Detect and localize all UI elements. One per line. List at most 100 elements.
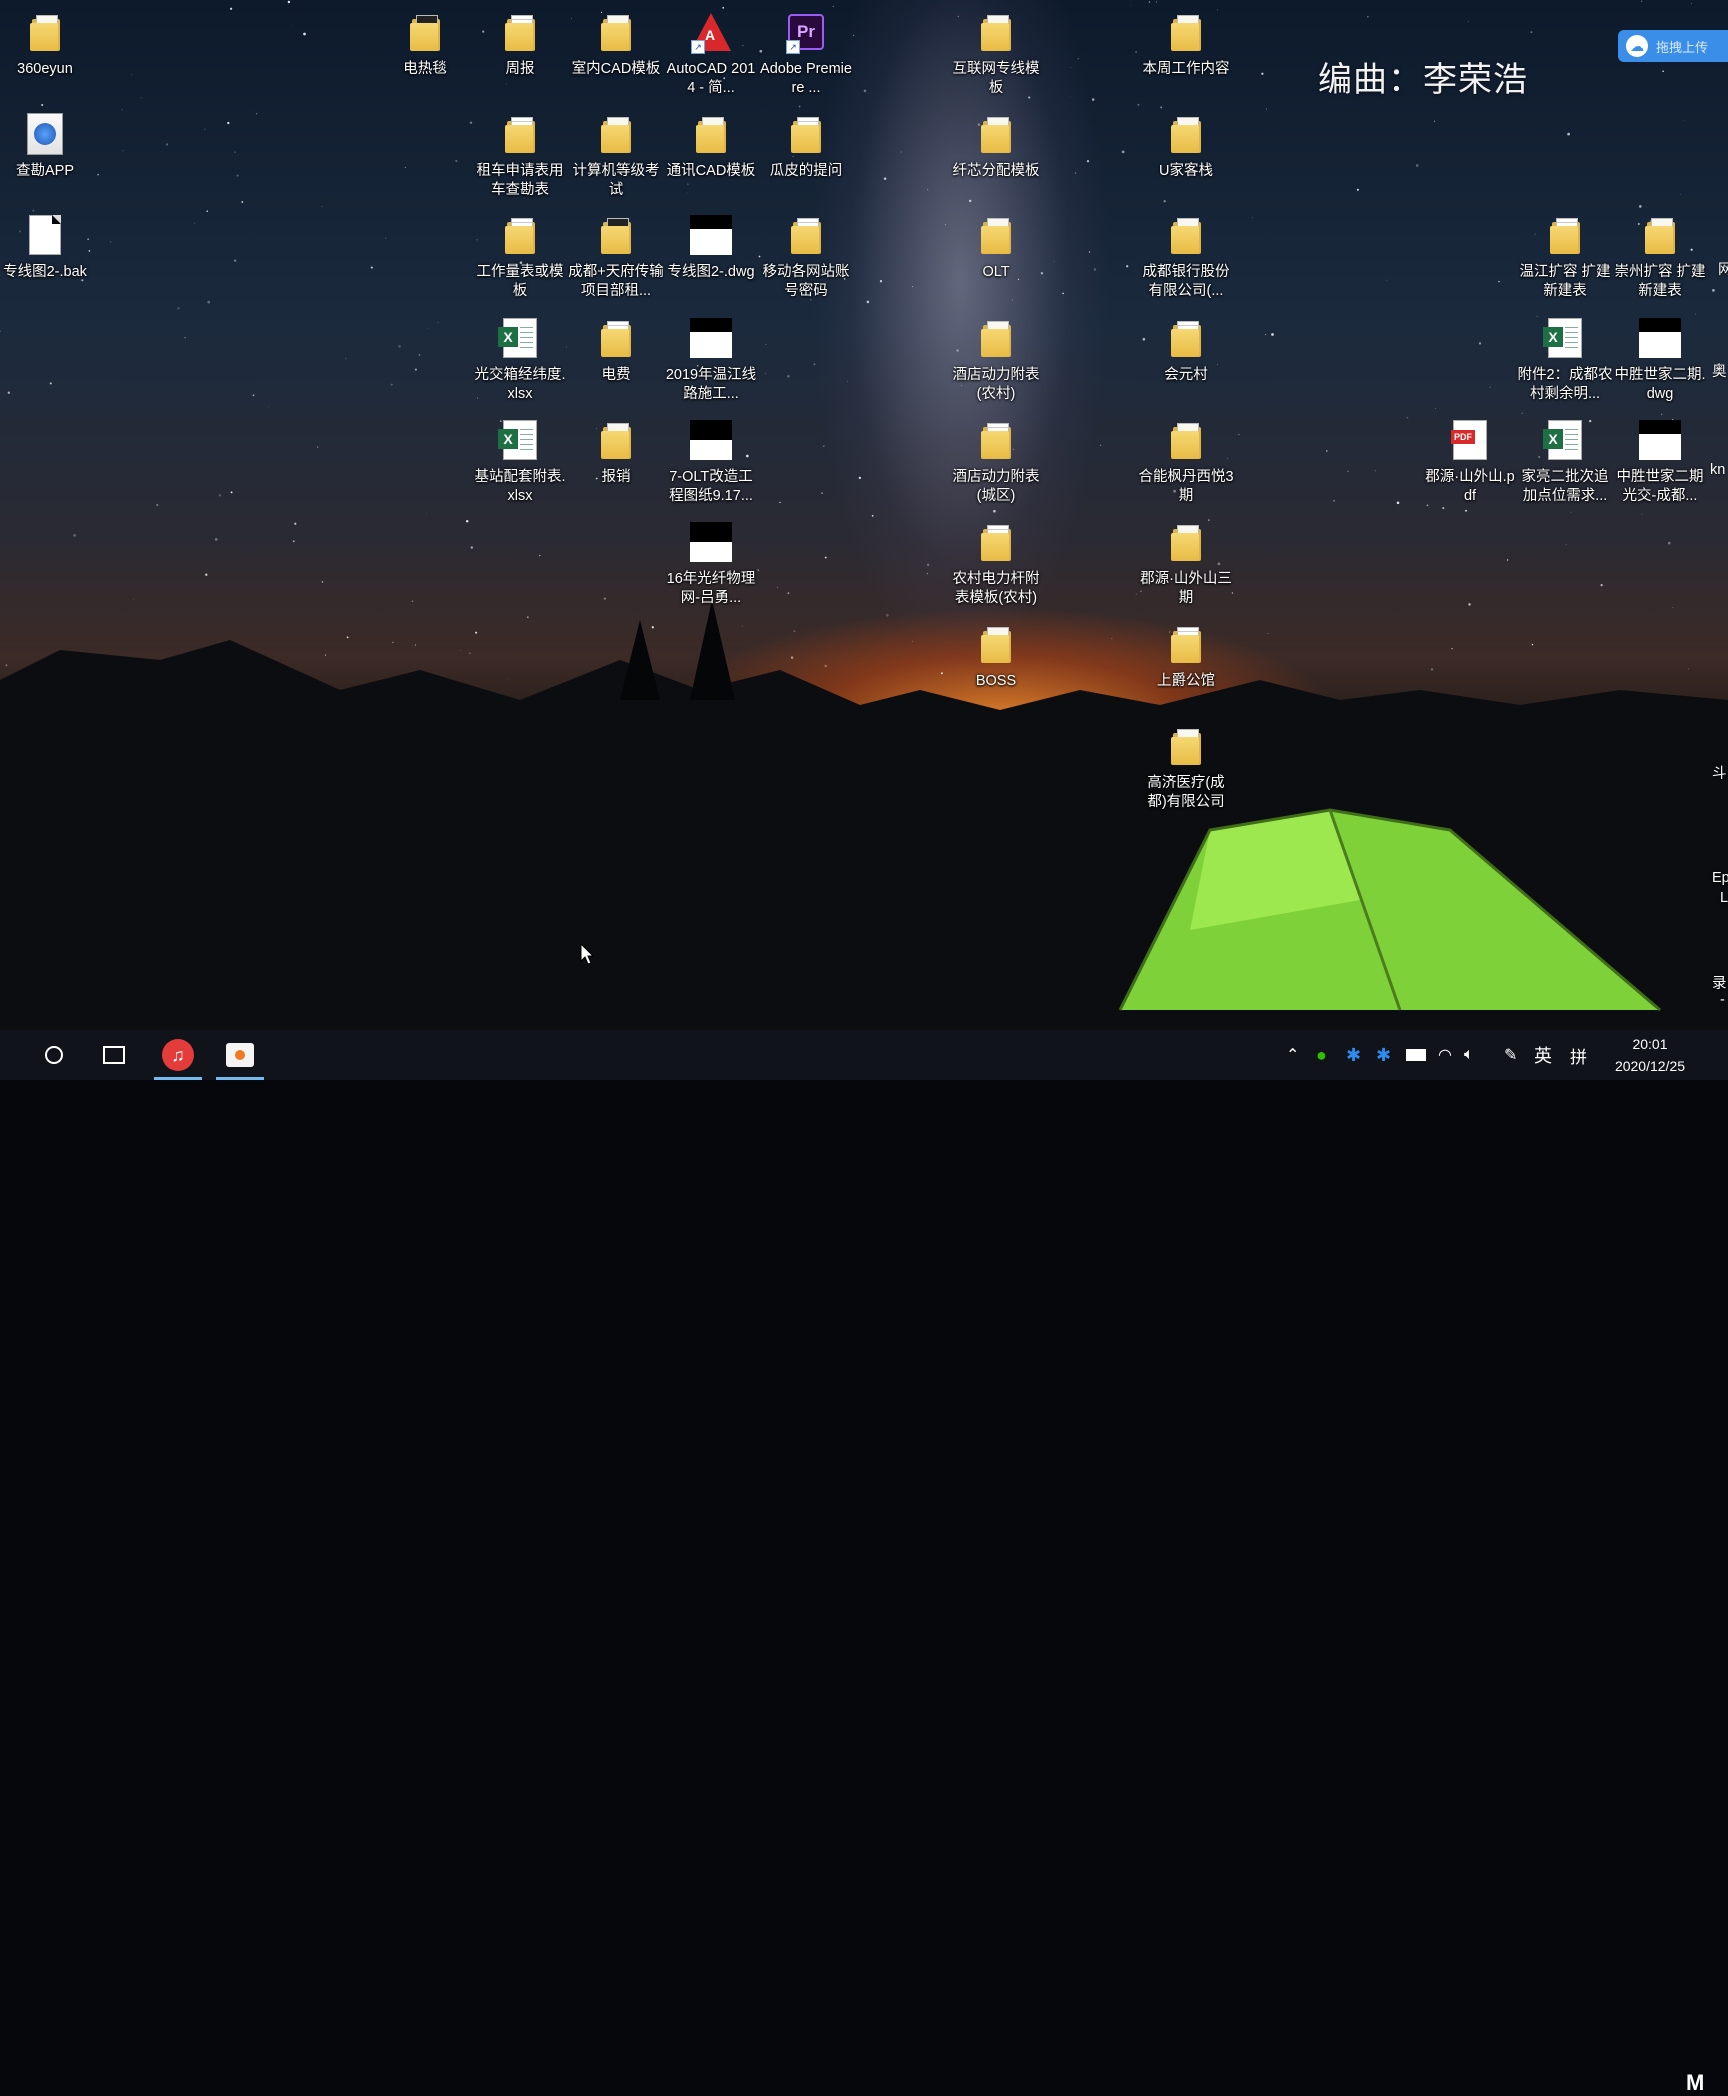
desktop-icon-file[interactable]: PDF 郡源·山外山.pdf	[1422, 418, 1518, 506]
blue-star-icon: ✱	[1346, 1044, 1362, 1065]
desktop-icon-file[interactable]: X 基站配套附表.xlsx	[472, 418, 568, 506]
desktop-icon-label: 郡源·山外山三期	[1140, 571, 1232, 606]
taskbar-screen-recorder[interactable]	[216, 1030, 264, 1080]
taskbar-netease-music[interactable]: ♫	[154, 1030, 202, 1080]
tray-pen[interactable]: ✎	[1504, 1030, 1517, 1080]
tray-app-blue-2[interactable]: ✱	[1376, 1030, 1391, 1080]
start-edge[interactable]	[0, 1030, 10, 1080]
clipped-icon-label[interactable]: 网	[1718, 258, 1728, 279]
desktop-icon-folder[interactable]: 会元村	[1138, 316, 1234, 385]
clipped-icon-label[interactable]: -	[1720, 992, 1725, 1008]
desktop-icon-file[interactable]: 2019年温江线路施工...	[663, 316, 759, 404]
wechat-icon: ●	[1316, 1044, 1327, 1065]
tray-volume[interactable]: 🔈︎	[1464, 1030, 1474, 1080]
tray-network[interactable]: ◠	[1438, 1030, 1452, 1080]
desktop-icon-app[interactable]: 查勘APP	[0, 112, 93, 181]
folder-icon	[594, 316, 638, 360]
desktop-icon-label: 瓜皮的提问	[769, 163, 843, 179]
desktop-icon-file[interactable]: 中胜世家二期光交-成都...	[1612, 418, 1708, 506]
desktop-icon-folder[interactable]: 成都+天府传输项目部租...	[568, 213, 664, 301]
desktop-icon-label: 中胜世家二期.dwg	[1614, 367, 1706, 402]
desktop-icon-folder[interactable]: 上爵公馆	[1138, 622, 1234, 691]
desktop-icon-folder[interactable]: 酒店动力附表(城区)	[948, 418, 1044, 506]
desktop-icon-folder[interactable]: 计算机等级考试	[568, 112, 664, 200]
desktop-icon-app[interactable]: A ↗ AutoCAD 2014 - 简...	[663, 10, 759, 98]
desktop-icon-file[interactable]: 中胜世家二期.dwg	[1612, 316, 1708, 404]
desktop-icon-folder[interactable]: U家客栈	[1138, 112, 1234, 181]
desktop-icon-folder[interactable]: OLT	[948, 213, 1044, 282]
folder-icon	[1164, 316, 1208, 360]
desktop-icon-folder[interactable]: 电热毯	[377, 10, 473, 79]
clipped-icon-label[interactable]: kn	[1710, 462, 1725, 478]
desktop-icon-folder[interactable]: 郡源·山外山三期	[1138, 520, 1234, 608]
speaker-icon: 🔈︎	[1464, 1046, 1474, 1063]
desktop-icon-folder[interactable]: 工作量表或模板	[472, 213, 568, 301]
desktop-icon-folder[interactable]: 报销	[568, 418, 664, 487]
desktop-icon-folder[interactable]: 成都银行股份有限公司(...	[1138, 213, 1234, 301]
clipped-icon-label[interactable]: Ep	[1712, 870, 1728, 886]
desktop-icon-folder[interactable]: 纤芯分配模板	[948, 112, 1044, 181]
desktop-icon-file[interactable]: X 附件2：成都农村剩余明...	[1517, 316, 1613, 404]
pdf-icon: PDF	[1448, 418, 1492, 462]
clipped-icon-label[interactable]: 录	[1712, 972, 1727, 993]
desktop-icon-label: 室内CAD模板	[571, 61, 661, 77]
desktop-icon-folder[interactable]: 本周工作内容	[1138, 10, 1234, 79]
desktop-icon-folder[interactable]: 崇州扩容 扩建 新建表	[1612, 213, 1708, 301]
wifi-icon: ◠	[1438, 1047, 1452, 1064]
tray-expand[interactable]: ⌃	[1286, 1030, 1299, 1080]
desktop-icon-folder[interactable]: 电费	[568, 316, 664, 385]
desktop-icon-folder[interactable]: BOSS	[948, 622, 1044, 691]
tent-and-mountains	[0, 600, 1728, 1030]
desktop-icon-label: 电热毯	[403, 61, 447, 77]
excel-icon: X	[498, 316, 542, 360]
clipped-icon-label[interactable]: 斗	[1712, 762, 1727, 783]
desktop-icon-label: 360eyun	[17, 61, 73, 77]
clipped-icon-label[interactable]: 奥	[1712, 360, 1727, 381]
desktop-icon-label: 通讯CAD模板	[666, 163, 756, 179]
folder-icon	[974, 112, 1018, 156]
desktop-icon-label: BOSS	[975, 673, 1017, 689]
tray-wechat[interactable]: ●	[1316, 1030, 1327, 1080]
ime-language[interactable]: 英	[1534, 1030, 1552, 1080]
desktop-icon-label: 本周工作内容	[1142, 61, 1230, 77]
desktop-icon-folder[interactable]: 周报	[472, 10, 568, 79]
desktop-icon-folder[interactable]: 合能枫丹西悦3期	[1138, 418, 1234, 506]
search-button[interactable]	[34, 1030, 74, 1080]
dwg-icon	[689, 418, 733, 462]
desktop-icon-label: 光交箱经纬度.xlsx	[474, 367, 566, 402]
notification-center-button[interactable]: M	[1686, 2070, 1704, 2096]
desktop-icon-file[interactable]: 7-OLT改造工程图纸9.17...	[663, 418, 759, 506]
clipped-icon-label[interactable]: L	[1720, 890, 1728, 906]
desktop-icon-app[interactable]: Pr ↗ Adobe Premiere ...	[758, 10, 854, 98]
desktop-icon-folder[interactable]: 通讯CAD模板	[663, 112, 759, 181]
desktop-icon-folder[interactable]: 温江扩容 扩建 新建表	[1517, 213, 1613, 301]
desktop-icon-file[interactable]: 16年光纤物理网-吕勇...	[663, 520, 759, 608]
ime-mode[interactable]: 拼	[1570, 1030, 1587, 1080]
desktop-icon-file[interactable]: 专线图2-.bak	[0, 213, 93, 282]
desktop-icon-folder[interactable]: 瓜皮的提问	[758, 112, 854, 181]
cortana-circle-icon	[45, 1046, 63, 1064]
dwg-icon	[689, 316, 733, 360]
desktop-icon-label: AutoCAD 2014 - 简...	[666, 61, 756, 96]
desktop-icon-folder[interactable]: 农村电力杆附表模板(农村)	[948, 520, 1044, 608]
desktop-icon-file[interactable]: X 光交箱经纬度.xlsx	[472, 316, 568, 404]
desktop-icon-folder[interactable]: 高济医疗(成都)有限公司	[1138, 724, 1234, 812]
desktop-icon-label: U家客栈	[1159, 163, 1213, 179]
desktop-icon-folder[interactable]: 租车申请表用车查勘表	[472, 112, 568, 200]
desktop-icon-folder[interactable]: 酒店动力附表(农村)	[948, 316, 1044, 404]
desktop-icon-label: 2019年温江线路施工...	[665, 367, 757, 402]
desktop-icon-folder[interactable]: 360eyun	[0, 10, 93, 79]
task-view-button[interactable]	[94, 1030, 134, 1080]
cloud-upload-widget[interactable]: ☁ 拖拽上传	[1618, 30, 1728, 62]
desktop-icon-label: 农村电力杆附表模板(农村)	[952, 571, 1040, 606]
desktop-icon-file[interactable]: X 家亮二批次追加点位需求...	[1517, 418, 1613, 506]
system-clock[interactable]: 20:01 2020/12/25	[1598, 1033, 1702, 1077]
desktop-icon-folder[interactable]: 互联网专线模板	[948, 10, 1044, 98]
desktop-icon-folder[interactable]: 室内CAD模板	[568, 10, 664, 79]
tray-battery[interactable]	[1406, 1030, 1426, 1080]
excel-icon: X	[1543, 418, 1587, 462]
desktop-icon-folder[interactable]: 移动各网站账号密码	[758, 213, 854, 301]
desktop-icon-file[interactable]: 专线图2-.dwg	[663, 213, 759, 282]
folder-icon	[594, 112, 638, 156]
tray-app-blue-1[interactable]: ✱	[1346, 1030, 1361, 1080]
